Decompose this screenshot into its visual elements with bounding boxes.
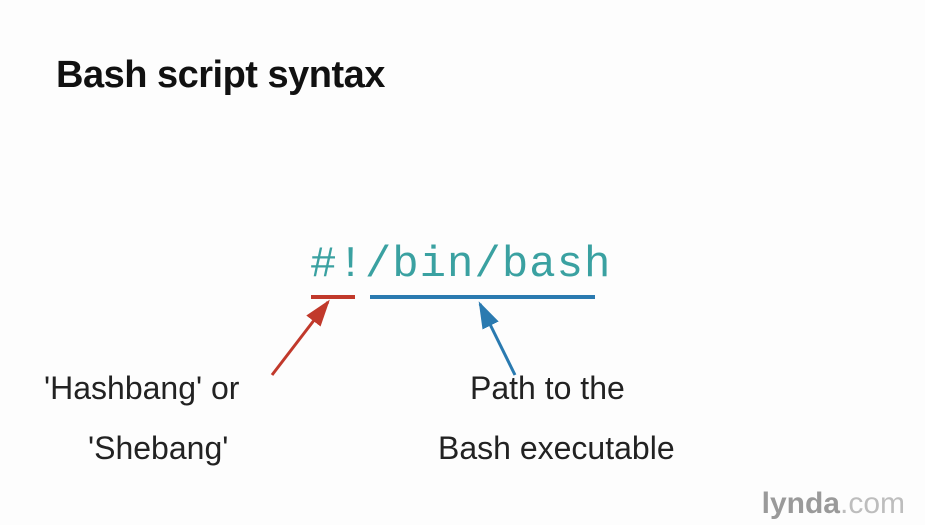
arrow-left: [272, 302, 328, 375]
arrow-right: [480, 304, 515, 375]
path-token: /bin/bash: [365, 240, 612, 290]
brand-name: lynda: [762, 487, 840, 520]
brand-suffix: .com: [840, 487, 905, 520]
label-path-line2: Bash executable: [438, 430, 675, 467]
label-hashbang-line2: 'Shebang': [88, 430, 228, 467]
shebang-line: #!/bin/bash: [310, 240, 611, 290]
slide-title: Bash script syntax: [56, 54, 385, 97]
label-hashbang-line1: 'Hashbang' or: [44, 370, 239, 407]
label-path-line1: Path to the: [470, 370, 625, 407]
shebang-token: #!: [310, 240, 365, 290]
brand-watermark: lynda.com: [762, 487, 905, 521]
underline-shebang: [311, 295, 355, 299]
underline-path: [370, 295, 595, 299]
